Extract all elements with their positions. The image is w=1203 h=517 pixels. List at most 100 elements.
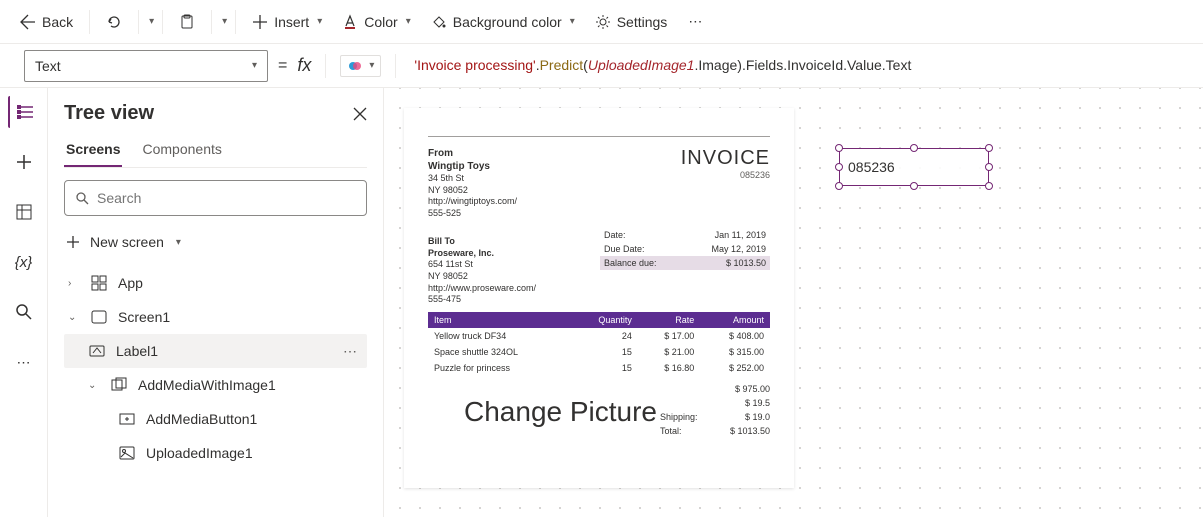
label-icon: [88, 342, 106, 360]
formula-bar: Text ▾ = fx ▾ 'Invoice processing'.Predi…: [0, 44, 1203, 88]
insert-rail-button[interactable]: [8, 146, 40, 178]
chevron-down-icon: ▾: [317, 16, 322, 27]
resize-handle[interactable]: [910, 182, 918, 190]
plus-icon: [66, 235, 80, 249]
chevron-down-icon: ▾: [176, 237, 181, 248]
billto-block: Bill To Proseware, Inc. 654 11st St NY 9…: [428, 236, 536, 306]
search-rail-button[interactable]: [8, 296, 40, 328]
tree-view-rail-button[interactable]: [8, 96, 40, 128]
main-area: {x} ⋯ Tree view Screens Components New s…: [0, 88, 1203, 517]
color-button[interactable]: Color ▾: [334, 10, 419, 34]
tree-item-app[interactable]: › App: [64, 266, 367, 300]
change-picture-button[interactable]: Change Picture: [464, 396, 657, 428]
property-value: Text: [35, 58, 61, 74]
resize-handle[interactable]: [985, 144, 993, 152]
tree-item-screen1[interactable]: ⌄ Screen1: [64, 300, 367, 334]
resize-handle[interactable]: [835, 182, 843, 190]
tree-item-label: Label1: [116, 343, 158, 359]
resize-handle[interactable]: [910, 144, 918, 152]
resize-handle[interactable]: [985, 182, 993, 190]
data-rail-button[interactable]: [8, 196, 40, 228]
resize-handle[interactable]: [835, 163, 843, 171]
resize-handle[interactable]: [985, 163, 993, 171]
chevron-down-icon: ⌄: [88, 380, 100, 391]
tree-item-addmedia[interactable]: ⌄ AddMediaWithImage1: [64, 368, 367, 402]
tree-item-more-button[interactable]: ⋯: [337, 343, 363, 360]
label1-control[interactable]: 085236: [839, 148, 989, 186]
undo-icon: [106, 14, 122, 30]
bgcolor-label: Background color: [453, 14, 562, 30]
paste-button[interactable]: [171, 10, 203, 34]
tree-item-addmediabutton[interactable]: AddMediaButton1: [64, 402, 367, 436]
app-icon: [90, 274, 108, 292]
ellipsis-icon: ⋯: [687, 14, 703, 30]
command-bar: Back ▾ ▾ Insert ▾ Color ▾ Background col…: [0, 0, 1203, 44]
close-panel-button[interactable]: [353, 107, 367, 121]
table-row: Puzzle for princess15$ 16.80$ 252.00: [428, 360, 770, 376]
back-label: Back: [42, 14, 73, 30]
table-row: Space shuttle 324OL15$ 21.00$ 315.00: [428, 344, 770, 360]
tree-item-label: AddMediaWithImage1: [138, 377, 276, 393]
equals-icon: =: [278, 57, 287, 75]
divider: [89, 10, 90, 34]
media-group-icon: [110, 376, 128, 394]
insert-button[interactable]: Insert ▾: [244, 10, 330, 34]
canvas[interactable]: From Wingtip Toys 34 5th St NY 98052 htt…: [384, 88, 1203, 517]
tree-panel: Tree view Screens Components New screen …: [48, 88, 384, 517]
settings-label: Settings: [617, 14, 668, 30]
formula-input[interactable]: 'Invoice processing'.Predict(UploadedIma…: [410, 53, 1191, 78]
divider: [211, 10, 212, 34]
more-rail-button[interactable]: ⋯: [8, 346, 40, 378]
invoice-heading: INVOICE 085236: [681, 147, 770, 220]
bucket-icon: [431, 14, 447, 30]
undo-button[interactable]: [98, 10, 130, 34]
copilot-button[interactable]: ▾: [340, 55, 381, 77]
gear-icon: [595, 14, 611, 30]
chevron-right-icon: ›: [68, 278, 80, 289]
search-input[interactable]: [64, 180, 367, 216]
new-screen-button[interactable]: New screen ▾: [64, 228, 367, 256]
settings-button[interactable]: Settings: [587, 10, 676, 34]
variables-rail-button[interactable]: {x}: [8, 246, 40, 278]
back-arrow-icon: [20, 14, 36, 30]
divider: [235, 10, 236, 34]
invoice-totals: $ 975.00 $ 19.5 Shipping:$ 19.0 Total:$ …: [660, 382, 770, 438]
fx-icon: fx: [297, 55, 311, 76]
chevron-down-icon: ▾: [252, 60, 257, 71]
bgcolor-button[interactable]: Background color ▾: [423, 10, 583, 34]
tree-item-uploadedimage[interactable]: UploadedImage1: [64, 436, 367, 470]
resize-handle[interactable]: [835, 144, 843, 152]
tree-item-label: UploadedImage1: [146, 445, 253, 461]
uploaded-image-preview[interactable]: From Wingtip Toys 34 5th St NY 98052 htt…: [404, 108, 794, 488]
tab-screens[interactable]: Screens: [64, 135, 122, 167]
chevron-down-icon[interactable]: ▾: [149, 16, 154, 27]
tree-item-label: Screen1: [118, 309, 170, 325]
tree-item-label: AddMediaButton1: [146, 411, 257, 427]
tree-item-label: App: [118, 275, 143, 291]
chevron-down-icon: ▾: [406, 16, 411, 27]
left-rail: {x} ⋯: [0, 88, 48, 517]
tree-title: Tree view: [64, 102, 154, 125]
divider: [138, 10, 139, 34]
back-button[interactable]: Back: [12, 10, 81, 34]
tab-components[interactable]: Components: [140, 135, 223, 167]
plus-icon: [252, 14, 268, 30]
divider: [325, 54, 326, 78]
more-button[interactable]: ⋯: [679, 10, 711, 34]
chevron-down-icon: ▾: [570, 16, 575, 27]
tree-tabs: Screens Components: [64, 135, 367, 168]
chevron-down-icon[interactable]: ▾: [222, 16, 227, 27]
insert-label: Insert: [274, 14, 309, 30]
table-row: Yellow truck DF3424$ 17.00$ 408.00: [428, 328, 770, 344]
font-color-icon: [342, 14, 358, 30]
property-selector[interactable]: Text ▾: [24, 50, 268, 82]
from-block: From Wingtip Toys 34 5th St NY 98052 htt…: [428, 147, 517, 220]
label1-text: 085236: [848, 159, 895, 175]
tree-list: › App ⌄ Screen1 Label1 ⋯ ⌄ AddMediaWithI…: [64, 266, 367, 470]
media-button-icon: [118, 410, 136, 428]
tree-item-label1[interactable]: Label1 ⋯: [64, 334, 367, 368]
color-label: Color: [364, 14, 397, 30]
clipboard-icon: [179, 14, 195, 30]
invoice-meta: Date:Jan 11, 2019 Due Date:May 12, 2019 …: [600, 228, 770, 270]
chevron-down-icon: ▾: [369, 60, 374, 71]
